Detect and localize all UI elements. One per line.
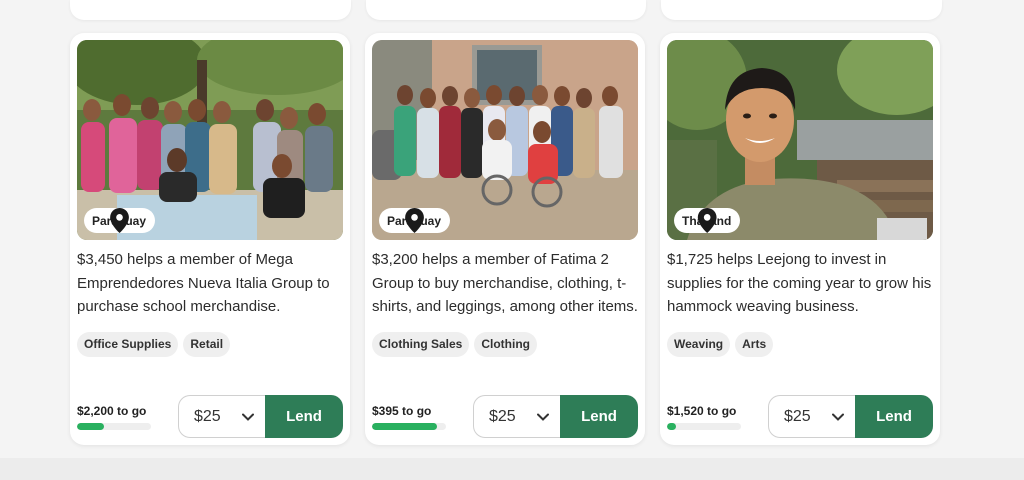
loan-footer: $395 to go $25 Lend <box>372 395 638 439</box>
map-pin-icon <box>697 208 717 233</box>
tag-chip[interactable]: Arts <box>735 331 774 357</box>
page-footer-band <box>0 458 1024 480</box>
lend-button[interactable]: Lend <box>560 395 638 438</box>
funding-progress-bar <box>667 423 741 430</box>
funding-progress-fill <box>77 423 104 430</box>
lend-amount-value: $25 <box>194 407 221 425</box>
location-badge: Paraguay <box>379 208 451 233</box>
loan-footer: $1,520 to go $25 Lend <box>667 395 933 439</box>
lend-button[interactable]: Lend <box>265 395 343 438</box>
previous-card-edge <box>70 0 351 20</box>
loan-description[interactable]: $1,725 helps Leejong to invest in suppli… <box>667 248 933 319</box>
tag-chip[interactable]: Clothing Sales <box>372 331 470 357</box>
map-pin-icon <box>405 208 424 233</box>
lend-button[interactable]: Lend <box>855 395 933 438</box>
lend-amount-select[interactable]: $25 <box>768 395 858 438</box>
loan-description[interactable]: $3,200 helps a member of Fatima 2 Group … <box>372 248 638 319</box>
loan-card: Paraguay $3,450 helps a member of Mega E… <box>70 33 350 445</box>
borrower-photo[interactable]: Paraguay <box>77 40 343 240</box>
tag-chip[interactable]: Clothing <box>474 331 537 357</box>
borrower-photo[interactable]: Paraguay <box>372 40 638 240</box>
previous-row-cards <box>70 0 943 20</box>
loan-footer: $2,200 to go $25 Lend <box>77 395 343 439</box>
tag-chip[interactable]: Weaving <box>667 331 731 357</box>
funding-progress-fill <box>667 423 676 430</box>
borrower-photo[interactable]: Thailand <box>667 40 933 240</box>
map-pin-icon <box>110 208 129 233</box>
funding-progress-bar <box>372 423 446 430</box>
lend-amount-value: $25 <box>784 407 811 425</box>
lend-amount-value: $25 <box>489 407 516 425</box>
chevron-down-icon <box>242 413 254 421</box>
funding-progress-bar <box>77 423 151 430</box>
loan-card: Paraguay $3,200 helps a member of Fatima… <box>365 33 645 445</box>
loan-card-grid: Paraguay $3,450 helps a member of Mega E… <box>70 33 940 445</box>
funding-progress-fill <box>372 423 438 430</box>
loan-description[interactable]: $3,450 helps a member of Mega Emprendedo… <box>77 248 343 319</box>
chevron-down-icon <box>832 413 844 421</box>
lend-amount-select[interactable]: $25 <box>178 395 268 438</box>
lend-amount-select[interactable]: $25 <box>473 395 563 438</box>
amount-to-go: $395 to go <box>372 404 432 418</box>
previous-card-edge <box>661 0 943 20</box>
chevron-down-icon <box>537 413 549 421</box>
tag-list: Clothing Sales Clothing <box>372 331 638 357</box>
amount-to-go: $2,200 to go <box>77 404 147 418</box>
tag-list: Office Supplies Retail <box>77 331 343 357</box>
tag-chip[interactable]: Office Supplies <box>77 331 179 357</box>
tag-list: Weaving Arts <box>667 331 933 357</box>
amount-to-go: $1,520 to go <box>667 404 737 418</box>
loan-card: Thailand $1,725 helps Leejong to invest … <box>660 33 940 445</box>
tag-chip[interactable]: Retail <box>183 331 231 357</box>
location-badge: Thailand <box>674 208 741 233</box>
previous-card-edge <box>365 0 647 20</box>
location-badge: Paraguay <box>84 208 156 233</box>
